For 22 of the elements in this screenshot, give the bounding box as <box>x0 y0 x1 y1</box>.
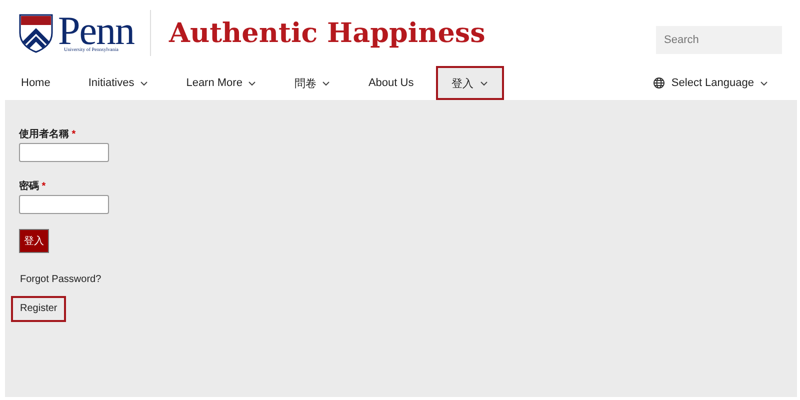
nav-item[interactable]: 登入 <box>436 66 504 100</box>
nav-item[interactable]: 問卷 <box>278 66 346 100</box>
input-field[interactable] <box>19 195 109 214</box>
required-mark: * <box>72 129 76 140</box>
logo-wordmark: Penn <box>58 14 134 48</box>
required-mark: * <box>42 181 46 192</box>
field-label: 使用者名稱 <box>19 129 69 140</box>
nav-item[interactable]: Learn More <box>170 66 272 100</box>
nav-item[interactable]: Home <box>5 66 66 100</box>
nav-item[interactable]: About Us <box>352 66 430 100</box>
link[interactable]: Register <box>11 296 66 322</box>
shield-icon <box>18 13 54 53</box>
nav-item[interactable]: Initiatives <box>72 66 164 100</box>
input-field[interactable] <box>19 143 109 162</box>
link[interactable]: Forgot Password? <box>11 267 110 293</box>
login-button[interactable]: 登入 <box>19 229 49 253</box>
site-title[interactable]: Authentic Happiness <box>169 18 486 48</box>
globe-icon <box>653 77 666 89</box>
field-label: 密碼 <box>19 181 39 192</box>
search-field[interactable]: Search <box>656 26 782 54</box>
language-selector[interactable]: Select Language <box>671 77 754 89</box>
chevron-icon <box>760 80 768 86</box>
